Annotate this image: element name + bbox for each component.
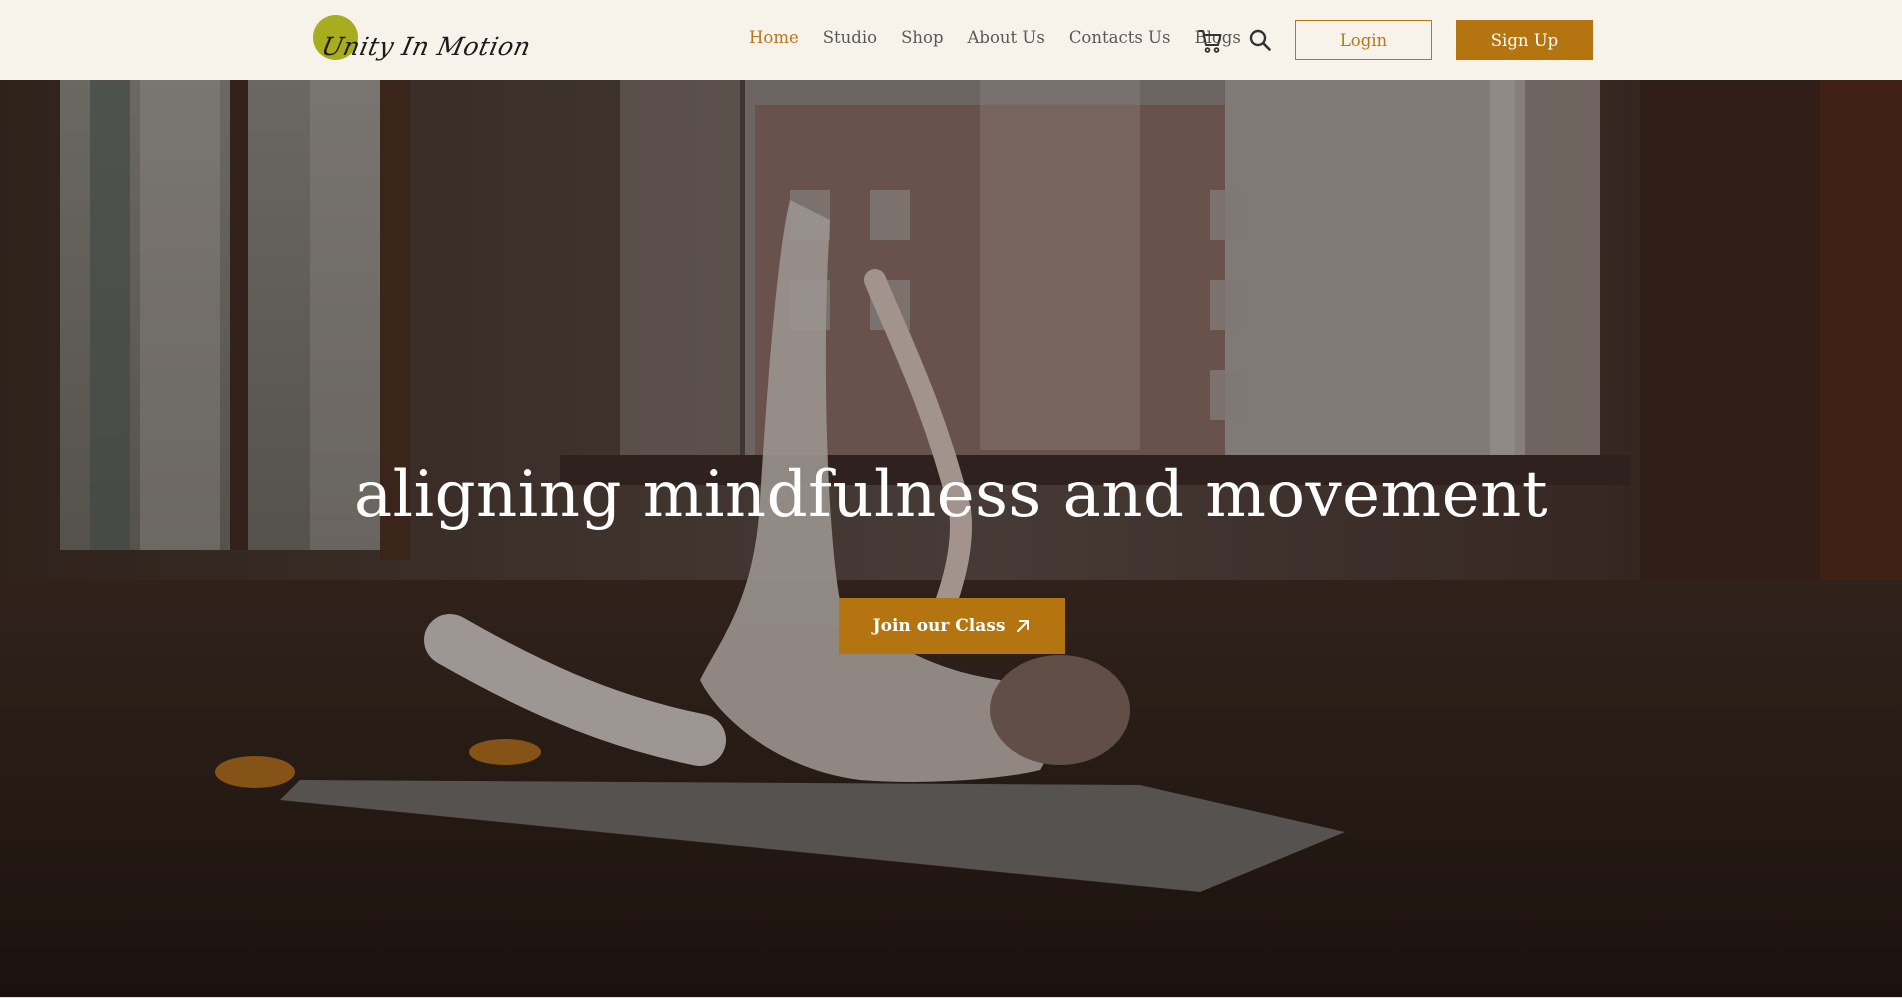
main-nav: Home Studio Shop About Us Contacts Us Bl… bbox=[749, 28, 1241, 47]
hero-title: aligning mindfulness and movement bbox=[353, 458, 1549, 532]
join-class-button[interactable]: Join our Class bbox=[839, 598, 1065, 654]
search-icon[interactable] bbox=[1248, 28, 1272, 52]
nav-item-studio[interactable]: Studio bbox=[823, 28, 877, 47]
signup-button[interactable]: Sign Up bbox=[1456, 20, 1593, 60]
login-button[interactable]: Login bbox=[1295, 20, 1432, 60]
hero-overlay bbox=[0, 80, 1902, 998]
site-logo[interactable]: Unity In Motion bbox=[312, 12, 534, 72]
logo-text: Unity In Motion bbox=[318, 32, 534, 61]
hero-section: aligning mindfulness and movement Join o… bbox=[0, 80, 1902, 998]
nav-item-contacts-us[interactable]: Contacts Us bbox=[1069, 28, 1171, 47]
arrow-up-right-icon bbox=[1017, 620, 1030, 632]
nav-item-shop[interactable]: Shop bbox=[901, 28, 943, 47]
join-class-label: Join our Class bbox=[872, 616, 1006, 636]
nav-item-about-us[interactable]: About Us bbox=[968, 28, 1045, 47]
nav-item-home[interactable]: Home bbox=[749, 28, 799, 47]
top-navbar: Unity In Motion Home Studio Shop About U… bbox=[0, 0, 1902, 80]
cart-icon[interactable] bbox=[1197, 28, 1223, 54]
